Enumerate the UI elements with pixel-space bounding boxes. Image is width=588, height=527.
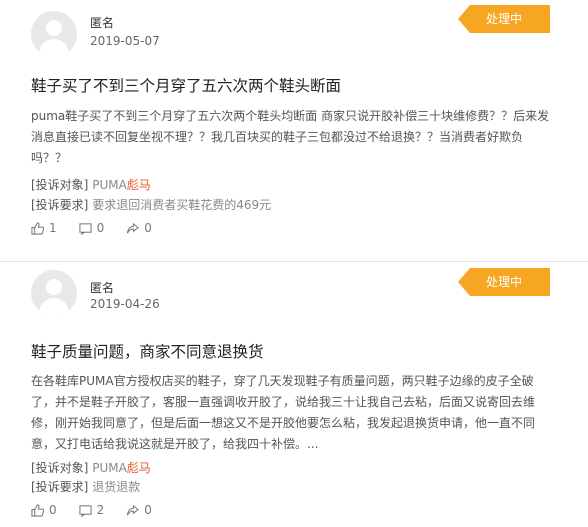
share-icon xyxy=(127,222,140,233)
status-badge: 处理中 xyxy=(458,5,550,33)
complaint-request: [投诉要求] 要求退回消费者买鞋花费的469元 xyxy=(31,196,271,213)
target-brand[interactable]: PUMA xyxy=(92,178,127,192)
username: 匿名 xyxy=(90,16,115,30)
target-label: [投诉对象] xyxy=(31,178,89,192)
thumbs-up-icon xyxy=(31,503,44,517)
status-badge: 处理中 xyxy=(458,268,550,296)
target-brand-suffix[interactable]: 彪马 xyxy=(127,178,151,192)
like-count: 1 xyxy=(49,221,57,235)
complaint-description: 在各鞋库PUMA官方授权店买的鞋子，穿了几天发现鞋子有质量问题，两只鞋子边缘的皮… xyxy=(31,374,536,451)
comment-button[interactable]: 2 xyxy=(79,503,105,517)
comment-icon xyxy=(79,222,92,235)
action-bar: 0 2 0 xyxy=(31,503,174,517)
target-brand[interactable]: PUMA xyxy=(92,461,127,475)
like-button[interactable]: 0 xyxy=(31,503,57,517)
user-avatar-icon xyxy=(31,270,77,316)
request-text: 要求退回消费者买鞋花费的469元 xyxy=(92,198,272,212)
like-count: 0 xyxy=(49,503,57,517)
action-bar: 1 0 0 xyxy=(31,221,174,235)
target-label: [投诉对象] xyxy=(31,461,89,475)
complaint-target: [投诉对象] PUMA彪马 xyxy=(31,176,151,193)
request-label: [投诉要求] xyxy=(31,198,89,212)
like-button[interactable]: 1 xyxy=(31,221,57,235)
user-avatar-icon xyxy=(31,11,77,57)
complaint-description: puma鞋子买了不到三个月穿了五六次两个鞋头均断面 商家只说开胶补偿三十块维修费… xyxy=(31,109,550,165)
username: 匿名 xyxy=(90,281,115,295)
complaint-target: [投诉对象] PUMA彪马 xyxy=(31,459,151,476)
thumbs-up-icon xyxy=(31,221,44,235)
complaint-card[interactable]: 匿名 2019-04-26 处理中 鞋子质量问题，商家不同意退换货 在各鞋库PU… xyxy=(0,262,588,527)
share-icon xyxy=(127,504,140,515)
complaint-request: [投诉要求] 退货退款 xyxy=(31,478,140,495)
post-date: 2019-05-07 xyxy=(90,34,160,48)
comment-icon xyxy=(79,504,92,517)
share-count: 0 xyxy=(144,221,152,235)
complaint-title[interactable]: 鞋子买了不到三个月穿了五六次两个鞋头断面 xyxy=(31,74,341,96)
complaint-card[interactable]: 匿名 2019-05-07 处理中 鞋子买了不到三个月穿了五六次两个鞋头断面 p… xyxy=(0,0,588,262)
share-button[interactable]: 0 xyxy=(126,221,152,235)
request-label: [投诉要求] xyxy=(31,480,89,494)
post-date: 2019-04-26 xyxy=(90,297,160,311)
comment-count: 2 xyxy=(96,503,105,517)
complaint-title[interactable]: 鞋子质量问题，商家不同意退换货 xyxy=(31,340,264,362)
share-count: 0 xyxy=(144,503,152,517)
comment-count: 0 xyxy=(96,221,105,235)
target-brand-suffix[interactable]: 彪马 xyxy=(127,461,151,475)
request-text: 退货退款 xyxy=(92,480,141,494)
comment-button[interactable]: 0 xyxy=(79,221,105,235)
share-button[interactable]: 0 xyxy=(126,503,152,517)
